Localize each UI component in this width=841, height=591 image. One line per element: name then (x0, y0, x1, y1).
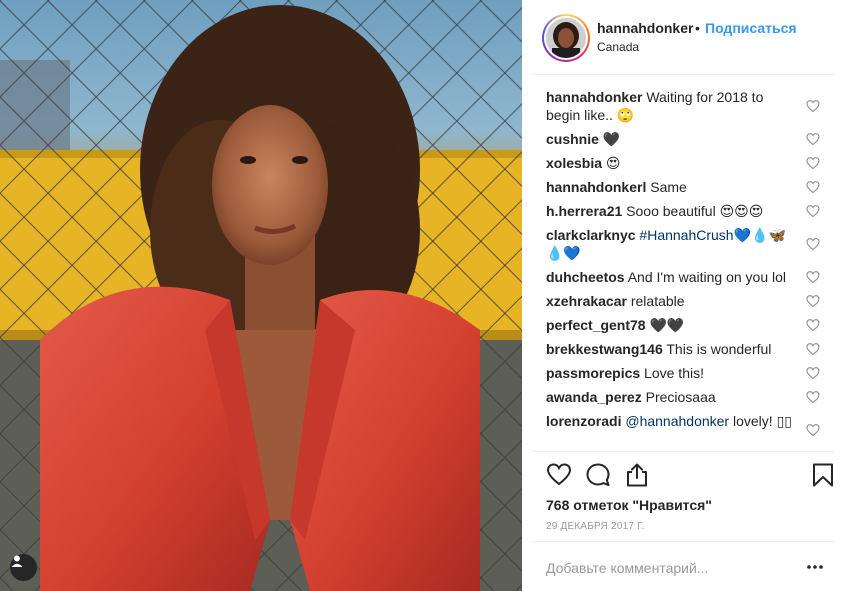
comment-username-link[interactable]: hannahdonkerl (546, 179, 646, 195)
comment-heart-icon[interactable] (806, 270, 820, 284)
comment-text: 😍 (602, 155, 621, 171)
comment-item: passmorepics Love this! (546, 364, 826, 382)
comment-item: hannahdonker Waiting for 2018 to begin l… (546, 88, 826, 124)
action-bar (532, 451, 834, 499)
comment-username-link[interactable]: awanda_perez (546, 389, 642, 405)
comment-username-link[interactable]: h.herrera21 (546, 203, 622, 219)
comment-heart-icon[interactable] (806, 342, 820, 356)
comment-icon[interactable] (585, 462, 611, 488)
comment-heart-icon[interactable] (806, 366, 820, 380)
comment-text: Same (646, 179, 687, 195)
comment-item: perfect_gent78 🖤🖤 (546, 316, 826, 334)
comment-heart-icon[interactable] (806, 318, 820, 332)
comment-heart-icon[interactable] (806, 180, 820, 194)
comment-link[interactable]: #HannahCrush (639, 227, 733, 243)
comment-username-link[interactable]: perfect_gent78 (546, 317, 646, 333)
comment-heart-icon[interactable] (806, 156, 820, 170)
comment-link[interactable]: @hannahdonker (625, 413, 729, 429)
comment-heart-icon[interactable] (806, 423, 820, 437)
comment-username-link[interactable]: clarkclarknyc (546, 227, 636, 243)
comment-text: This is wonderful (662, 341, 772, 357)
comment-item: lorenzoradi @hannahdonker lovely! ▯▯ (546, 412, 826, 448)
header-separator: • (695, 20, 700, 36)
photo-illustration (0, 0, 522, 591)
header-username-link[interactable]: hannahdonker (597, 20, 693, 36)
comment-text: And I'm waiting on you lol (624, 269, 787, 285)
comment-text: 🖤🖤 (645, 317, 685, 333)
share-icon[interactable] (624, 462, 650, 488)
post-side-panel: hannahdonker • Подписаться Canada hannah… (532, 0, 841, 591)
likes-count[interactable]: 768 отметок "Нравится" (546, 497, 712, 513)
comment-item: duhcheetos And I'm waiting on you lol (546, 268, 826, 286)
post-date[interactable]: 29 ДЕКАБРЯ 2017 Г. (546, 521, 644, 532)
comment-username-link[interactable]: duhcheetos (546, 269, 625, 285)
comment-username-link[interactable]: xzehrakacar (546, 293, 627, 309)
add-comment-bar (532, 541, 834, 591)
avatar-image (546, 18, 586, 58)
comment-item: brekkestwang146 This is wonderful (546, 340, 826, 358)
comment-text: 🖤 (598, 131, 621, 147)
more-icon[interactable] (806, 560, 824, 574)
comment-username-link[interactable]: cushnie (546, 131, 599, 147)
comment-heart-icon[interactable] (806, 204, 820, 218)
comment-emoji: lovely! ▯▯ (729, 413, 792, 429)
comment-heart-icon[interactable] (806, 237, 820, 251)
post-header: hannahdonker • Подписаться Canada (532, 0, 834, 75)
avatar-portrait (546, 18, 586, 58)
comment-item: clarkclarknyc #HannahCrush💙💧🦋💧💙 (546, 226, 826, 262)
comment-username-link[interactable]: passmorepics (546, 365, 640, 381)
comment-username-link[interactable]: brekkestwang146 (546, 341, 663, 357)
comment-text: Preciosaaa (641, 389, 716, 405)
comment-text: Love this! (640, 365, 704, 381)
comment-item: awanda_perez Preciosaaa (546, 388, 826, 406)
location-link[interactable]: Canada (597, 40, 639, 54)
avatar[interactable] (542, 14, 590, 62)
comment-item: cushnie 🖤 (546, 130, 826, 148)
comment-item: hannahdonkerl Same (546, 178, 826, 196)
post-photo[interactable] (0, 0, 522, 591)
comment-heart-icon[interactable] (806, 390, 820, 404)
tagged-user-button[interactable] (10, 554, 37, 581)
comment-heart-icon[interactable] (806, 132, 820, 146)
bookmark-icon[interactable] (810, 462, 836, 488)
comment-username-link[interactable]: xolesbia (546, 155, 602, 171)
comment-item: xzehrakacar relatable (546, 292, 826, 310)
comment-heart-icon[interactable] (806, 99, 820, 113)
comment-item: xolesbia 😍 (546, 154, 826, 172)
comment-text: relatable (626, 293, 685, 309)
comment-input[interactable] (546, 560, 786, 576)
comment-text: Sooo beautiful 😍😍😍 (622, 203, 764, 219)
comment-heart-icon[interactable] (806, 294, 820, 308)
heart-icon[interactable] (546, 462, 572, 488)
comment-username-link[interactable]: hannahdonker (546, 89, 642, 105)
comment-item: h.herrera21 Sooo beautiful 😍😍😍 (546, 202, 826, 220)
comment-username-link[interactable]: lorenzoradi (546, 413, 621, 429)
follow-button[interactable]: Подписаться (705, 20, 797, 36)
user-icon (11, 555, 23, 567)
